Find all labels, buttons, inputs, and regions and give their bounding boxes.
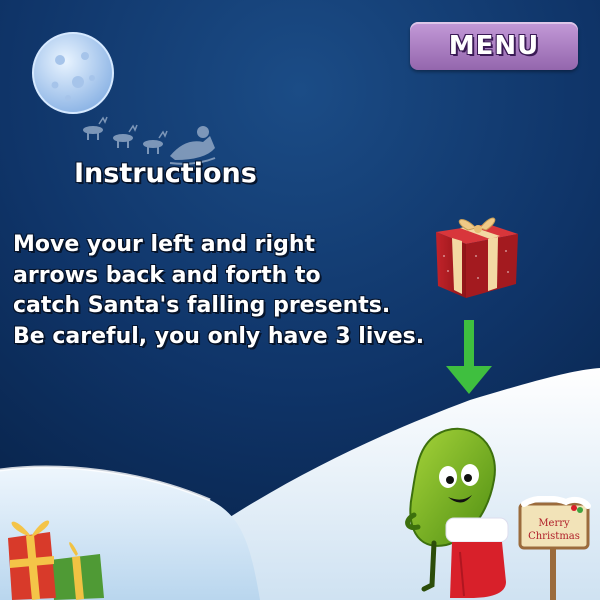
christmas-stocking-icon bbox=[445, 517, 509, 598]
merry-christmas-sign: Merry Christmas bbox=[518, 496, 591, 600]
menu-button[interactable]: MENU bbox=[410, 22, 578, 70]
instructions-line: Move your left and right bbox=[13, 232, 315, 257]
instructions-text: Move your left and right arrows back and… bbox=[13, 230, 433, 352]
game-scene: MENU Instructions Move your left and rig… bbox=[0, 0, 600, 600]
instructions-line: arrows back and forth to bbox=[13, 262, 321, 288]
menu-label: MENU bbox=[448, 31, 540, 61]
sign-line-1: Merry bbox=[538, 518, 570, 529]
instructions-line: catch Santa's falling presents. bbox=[13, 293, 391, 318]
instructions-line: Be careful, you only have 3 lives. bbox=[13, 323, 425, 349]
instructions-title: Instructions bbox=[74, 158, 257, 189]
down-arrow-icon bbox=[446, 320, 492, 394]
falling-present-icon bbox=[436, 217, 518, 298]
moon-icon bbox=[32, 32, 114, 114]
sign-line-2: Christmas bbox=[528, 531, 580, 542]
presents-pile-icon bbox=[8, 520, 104, 600]
